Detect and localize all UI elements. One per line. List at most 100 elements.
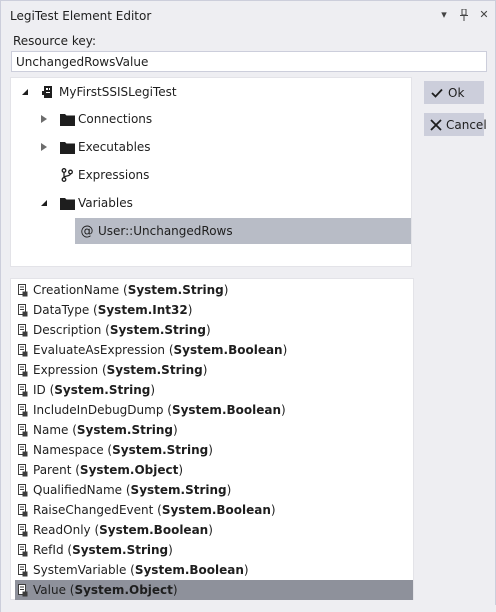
property-type-open-paren: ( xyxy=(122,483,131,497)
property-icon xyxy=(18,563,28,577)
property-type: System.String xyxy=(106,363,203,377)
tree-item-label: Expressions xyxy=(78,168,150,182)
property-row[interactable]: Description (System.String) xyxy=(15,320,413,340)
property-type: System.Int32 xyxy=(97,303,188,317)
property-row[interactable]: SystemVariable (System.Boolean) xyxy=(15,560,413,580)
close-icon[interactable]: ✕ xyxy=(477,8,491,22)
property-name: QualifiedName xyxy=(33,483,123,497)
property-type-open-paren: ( xyxy=(165,343,174,357)
legitest-element-editor-window: LegiTest Element Editor ▾ ✕ Resource key… xyxy=(0,0,496,612)
property-list: CreationName (System.String) DataType (Sy… xyxy=(10,278,414,600)
property-row[interactable]: RefId (System.String) xyxy=(15,540,413,560)
property-type-close-paren: ) xyxy=(150,383,156,397)
property-type-close-paren: ) xyxy=(208,443,213,457)
property-row[interactable]: DataType (System.Int32) xyxy=(15,300,413,320)
tree-item-label: Executables xyxy=(78,140,151,154)
expression-branch-icon xyxy=(59,167,75,183)
property-type-open-paren: ( xyxy=(103,443,113,457)
property-row[interactable]: ReadOnly (System.Boolean) xyxy=(15,520,413,540)
checkmark-icon xyxy=(430,86,444,100)
window-title: LegiTest Element Editor xyxy=(10,9,152,23)
property-row[interactable]: EvaluateAsExpression (System.Boolean) xyxy=(15,340,413,360)
property-icon xyxy=(18,283,28,297)
property-type-close-paren: ) xyxy=(205,323,211,337)
tree-item-label: MyFirstSSISLegiTest xyxy=(59,85,177,99)
property-type-close-paren: ) xyxy=(168,543,173,557)
property-type: System.String xyxy=(127,283,224,297)
property-type-open-paren: ( xyxy=(153,503,162,517)
ok-button[interactable]: Ok xyxy=(424,81,484,104)
tree-item-label: Connections xyxy=(78,112,153,126)
property-type-close-paren: ) xyxy=(178,463,184,477)
tree-item-root[interactable]: MyFirstSSISLegiTest xyxy=(11,79,411,105)
property-type: System.Object xyxy=(74,583,173,597)
property-row[interactable]: CreationName (System.String) xyxy=(15,280,413,300)
tree-item-connections[interactable]: Connections xyxy=(11,106,411,132)
property-row[interactable]: Value (System.Object) xyxy=(15,580,413,600)
property-type-open-paren: ( xyxy=(63,543,73,557)
property-icon xyxy=(18,383,28,397)
property-icon xyxy=(18,463,28,477)
property-row[interactable]: Namespace (System.String) xyxy=(15,440,413,460)
property-name: Value xyxy=(33,583,66,597)
property-row[interactable]: Expression (System.String) xyxy=(15,360,413,380)
property-row[interactable]: Name (System.String) xyxy=(15,420,413,440)
property-type-open-paren: ( xyxy=(71,463,80,477)
folder-icon xyxy=(59,111,75,127)
property-type: System.String xyxy=(72,543,169,557)
variable-at-icon: @ xyxy=(80,223,94,239)
title-bar: LegiTest Element Editor ▾ ✕ xyxy=(1,1,495,31)
property-name: Namespace xyxy=(33,443,104,457)
tree-item-label: User::UnchangedRows xyxy=(98,224,233,238)
property-type: System.String xyxy=(54,383,151,397)
property-icon xyxy=(18,423,28,437)
property-type: System.Boolean xyxy=(173,343,283,357)
property-type: System.Boolean xyxy=(134,563,244,577)
property-name: Expression xyxy=(33,363,99,377)
title-bar-buttons: ▾ ✕ xyxy=(437,8,491,22)
property-name: Description xyxy=(33,323,102,337)
property-type-close-paren: ) xyxy=(172,583,178,597)
property-type-open-paren: ( xyxy=(101,323,110,337)
property-icon xyxy=(18,323,28,337)
dropdown-arrow-icon[interactable]: ▾ xyxy=(437,8,451,22)
property-row[interactable]: IncludeInDebugDump (System.Boolean) xyxy=(15,400,413,420)
property-type-close-paren: ) xyxy=(282,343,288,357)
pin-icon[interactable] xyxy=(457,8,471,22)
property-type-open-paren: ( xyxy=(68,423,77,437)
collapsed-triangle-icon[interactable] xyxy=(39,142,49,152)
tree-item-user-unchangedrows[interactable]: @ User::UnchangedRows xyxy=(75,218,411,244)
property-row[interactable]: Parent (System.Object) xyxy=(15,460,413,480)
property-row[interactable]: ID (System.String) xyxy=(15,380,413,400)
property-type-close-paren: ) xyxy=(173,423,178,437)
property-type-open-paren: ( xyxy=(98,363,107,377)
property-name: RaiseChangedEvent xyxy=(33,503,154,517)
property-type-close-paren: ) xyxy=(187,303,193,317)
expanded-triangle-icon[interactable] xyxy=(39,198,49,208)
resource-key-input[interactable] xyxy=(11,51,487,72)
property-name: DataType xyxy=(33,303,90,317)
window-bottom-edge xyxy=(1,605,496,612)
property-type: System.Boolean xyxy=(99,523,209,537)
property-type-close-paren: ) xyxy=(243,563,249,577)
property-icon xyxy=(18,303,28,317)
property-type-open-paren: ( xyxy=(163,403,172,417)
collapsed-triangle-icon[interactable] xyxy=(39,114,49,124)
cancel-button-label: Cancel xyxy=(446,117,487,132)
property-row[interactable]: RaiseChangedEvent (System.Boolean) xyxy=(15,500,413,520)
tree-item-expressions[interactable]: Expressions xyxy=(11,162,411,188)
tree-item-variables[interactable]: Variables xyxy=(11,190,411,216)
property-name: ID xyxy=(33,383,46,397)
property-type-open-paren: ( xyxy=(90,523,100,537)
property-type-close-paren: ) xyxy=(281,403,286,417)
property-name: RefId xyxy=(33,543,64,557)
property-type: System.Boolean xyxy=(171,403,282,417)
property-type: System.Object xyxy=(79,463,179,477)
property-row[interactable]: QualifiedName (System.String) xyxy=(15,480,413,500)
property-type-close-paren: ) xyxy=(223,283,229,297)
expanded-triangle-icon[interactable] xyxy=(20,87,30,97)
property-type: System.String xyxy=(112,443,209,457)
cancel-button[interactable]: Cancel xyxy=(424,113,487,136)
tree-item-executables[interactable]: Executables xyxy=(11,134,411,160)
property-type-open-paren: ( xyxy=(126,563,135,577)
